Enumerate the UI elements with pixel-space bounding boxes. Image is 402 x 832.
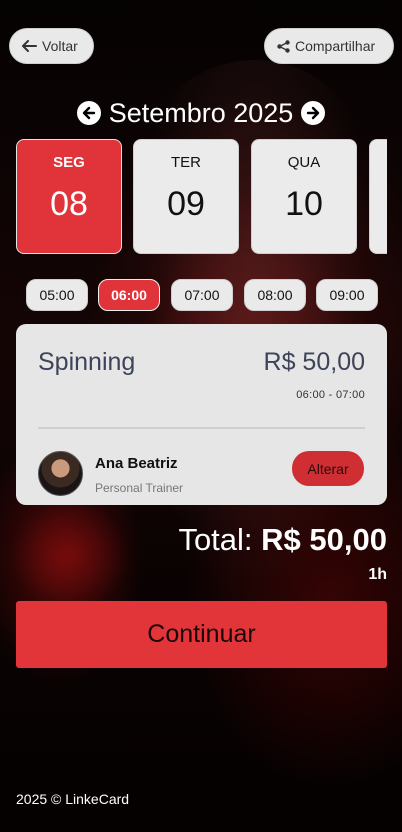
month-label: Setembro 2025 [108,97,294,128]
day-card-wednesday[interactable]: QUA 10 [251,139,357,254]
time-slot-button[interactable]: 09:00 [316,279,378,311]
arrow-circle-left-icon[interactable] [76,101,101,125]
day-number: 09 [167,185,205,223]
total-label: Total: [178,522,253,557]
arrow-circle-right-icon[interactable] [301,101,326,125]
time-slot-button[interactable]: 05:00 [26,279,88,311]
service-price: R$ 50,00 [263,348,365,376]
total-line: Total: R$ 50,00 [178,522,387,558]
time-slot-selector: 05:00 06:00 07:00 08:00 09:00 [0,279,402,313]
day-weekday-label: TER [171,154,201,171]
time-slot-button[interactable]: 08:00 [244,279,306,311]
total-value: R$ 50,00 [261,522,387,557]
service-name: Spinning [38,348,136,376]
day-card-tuesday[interactable]: TER 09 [133,139,239,254]
day-number: 08 [50,185,88,223]
card-divider [38,427,365,429]
duration-label: 1h [368,566,387,583]
trainer-avatar [38,451,83,496]
share-button[interactable]: Compartilhar [264,28,394,64]
trainer-name: Ana Beatriz [95,455,178,472]
arrow-left-icon [22,40,37,52]
service-summary-card: Spinning R$ 50,00 06:00 - 07:00 Ana Beat… [16,324,387,505]
day-weekday-label: SEG [53,154,85,171]
day-selector: SEG 08 TER 09 QUA 10 [16,139,387,255]
month-navigator: Setembro 2025 [0,96,402,130]
continue-button[interactable]: Continuar [16,601,387,668]
day-card-next-partial[interactable] [369,139,387,254]
day-card-monday[interactable]: SEG 08 [16,139,122,254]
time-slot-button[interactable]: 07:00 [171,279,233,311]
change-trainer-button[interactable]: Alterar [292,451,364,486]
share-label: Compartilhar [295,38,376,54]
footer-copyright: 2025 © LinkeCard [16,791,130,807]
service-time-range: 06:00 - 07:00 [296,389,365,401]
time-slot-button-selected[interactable]: 06:00 [98,279,160,311]
back-button[interactable]: Voltar [9,28,94,64]
day-weekday-label: QUA [287,154,321,171]
trainer-role: Personal Trainer [95,481,184,495]
background-dumbbell-image [10,500,130,610]
day-number: 10 [285,185,323,223]
share-icon [277,39,290,53]
back-label: Voltar [42,38,78,54]
